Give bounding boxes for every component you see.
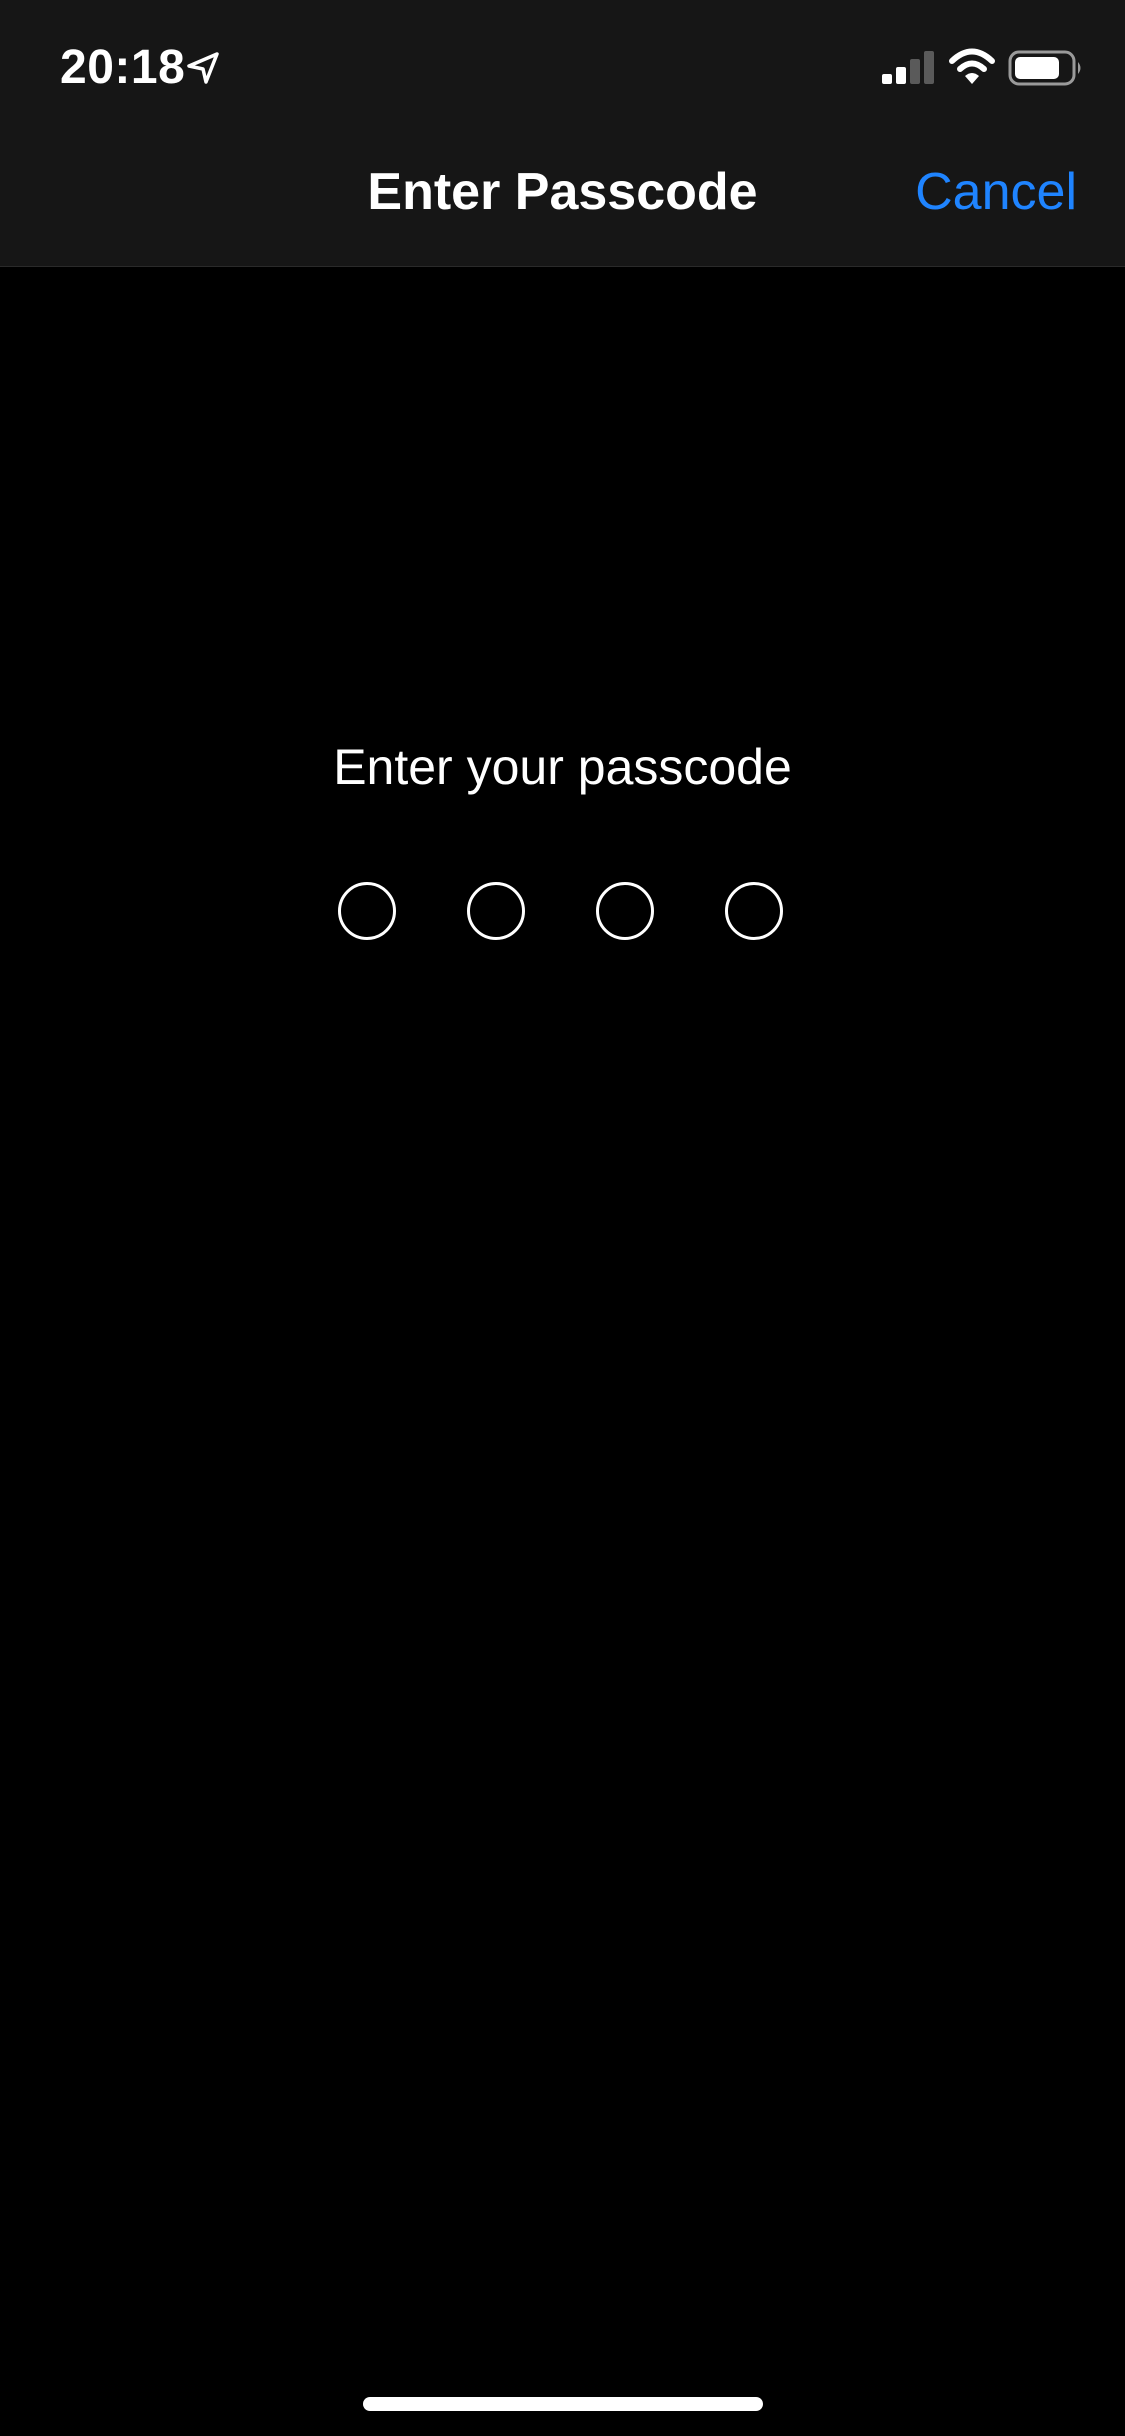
passcode-dot xyxy=(338,882,396,940)
passcode-dot xyxy=(467,882,525,940)
location-arrow-icon xyxy=(187,52,219,84)
passcode-prompt: Enter your passcode xyxy=(333,739,792,795)
passcode-dot xyxy=(596,882,654,940)
navigation-bar: Enter Passcode Cancel xyxy=(0,132,1125,266)
passcode-dot xyxy=(725,882,783,940)
status-time: 20:18 xyxy=(60,41,186,94)
passcode-dots xyxy=(338,882,788,940)
wifi-icon xyxy=(949,48,995,84)
cellular-signal-icon xyxy=(882,51,934,84)
battery-icon xyxy=(1008,50,1081,86)
cancel-button[interactable]: Cancel xyxy=(915,160,1077,224)
status-bar: 20:18 xyxy=(0,0,1125,132)
home-indicator[interactable] xyxy=(363,2397,763,2411)
top-bar-area: 20:18 Enter Passcode Cancel xyxy=(0,0,1125,267)
